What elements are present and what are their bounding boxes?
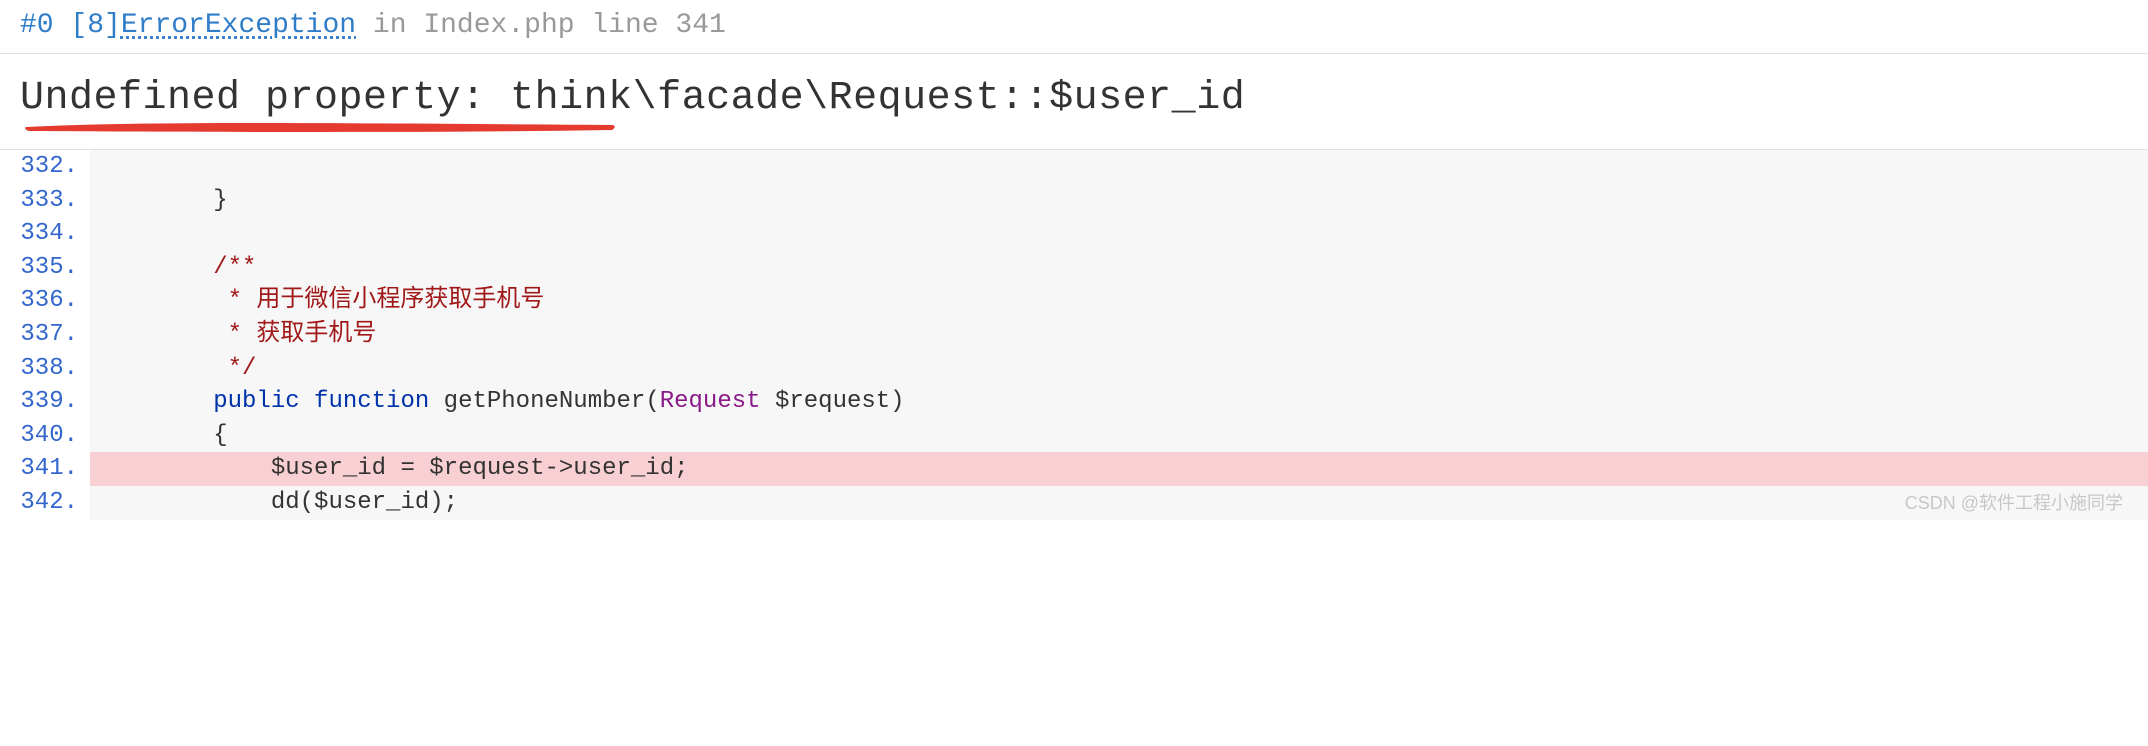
code-line: 341. $user_id = $request->user_id;: [0, 452, 2148, 486]
line-number: 341.: [0, 452, 90, 486]
code-content: $user_id = $request->user_id;: [90, 452, 2148, 486]
code-line: 342. dd($user_id);: [0, 486, 2148, 520]
code-content: dd($user_id);: [90, 486, 2148, 520]
line-number: 334.: [0, 217, 90, 251]
line-number: 342.: [0, 486, 90, 520]
code-line: 336. * 用于微信小程序获取手机号: [0, 284, 2148, 318]
exception-link[interactable]: ErrorException: [121, 10, 356, 41]
error-message: Undefined property: think\facade\Request…: [20, 76, 2128, 121]
line-number: 335.: [0, 251, 90, 285]
error-message-container: Undefined property: think\facade\Request…: [0, 54, 2148, 150]
code-content: * 获取手机号: [90, 318, 2148, 352]
line-number: 333.: [0, 184, 90, 218]
trace-index: #0: [20, 10, 54, 41]
code-content: }: [90, 184, 2148, 218]
annotation-underline-icon: [22, 117, 622, 137]
code-line: 339. public function getPhoneNumber(Requ…: [0, 385, 2148, 419]
code-content: public function getPhoneNumber(Request $…: [90, 385, 2148, 419]
code-line: 340. {: [0, 419, 2148, 453]
line-number: 338.: [0, 352, 90, 386]
line-number: 332.: [0, 150, 90, 184]
stack-trace-header: #0 [8]ErrorException in Index.php line 3…: [0, 0, 2148, 54]
file-name: Index.php: [423, 10, 574, 41]
code-line: 334.: [0, 217, 2148, 251]
code-line: 332.: [0, 150, 2148, 184]
line-number: 337.: [0, 318, 90, 352]
line-number: 340.: [0, 419, 90, 453]
code-content: [90, 217, 2148, 251]
code-content: /**: [90, 251, 2148, 285]
code-line: 337. * 获取手机号: [0, 318, 2148, 352]
in-keyword: in: [373, 10, 407, 41]
code-content: */: [90, 352, 2148, 386]
line-number: 336.: [0, 284, 90, 318]
code-content: * 用于微信小程序获取手机号: [90, 284, 2148, 318]
code-line: 338. */: [0, 352, 2148, 386]
line-number: 339.: [0, 385, 90, 419]
line-word: line: [591, 10, 658, 41]
error-code: [8]: [70, 10, 120, 41]
watermark: CSDN @软件工程小施同学: [1905, 489, 2123, 515]
code-content: {: [90, 419, 2148, 453]
line-number-ref: 341: [675, 10, 725, 41]
code-line: 333. }: [0, 184, 2148, 218]
code-snippet: 332.333. }334.335. /**336. * 用于微信小程序获取手机…: [0, 150, 2148, 520]
code-line: 335. /**: [0, 251, 2148, 285]
code-content: [90, 150, 2148, 184]
